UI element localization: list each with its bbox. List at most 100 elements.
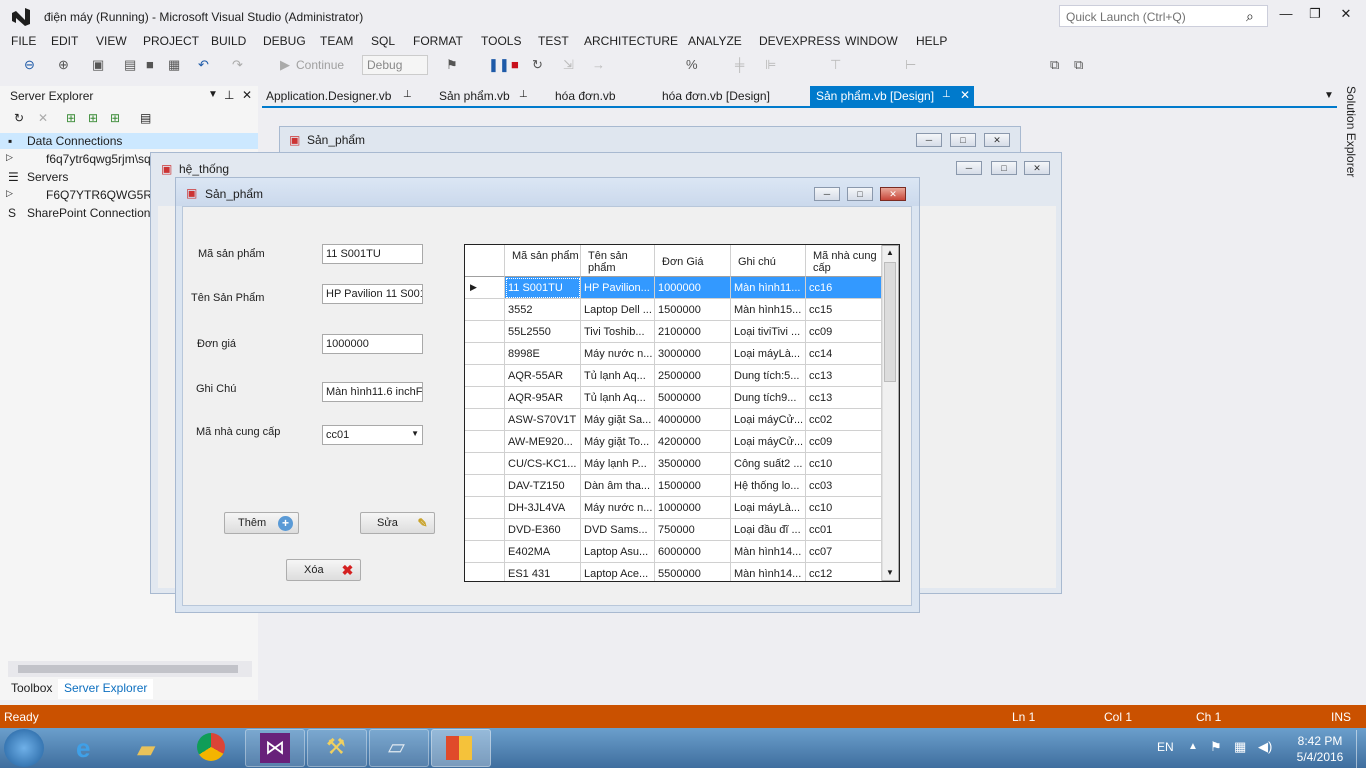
table-cell[interactable]: Tủ lạnh Aq... xyxy=(581,387,655,409)
taskbar-sql-server[interactable]: ⚒ xyxy=(307,729,367,767)
table-cell[interactable]: HP Pavilion... xyxy=(581,277,655,299)
pin-icon[interactable]: ⊥ xyxy=(403,89,412,100)
table-cell[interactable]: AW-ME920... xyxy=(505,431,581,453)
table-cell[interactable]: DVD-E360 xyxy=(505,519,581,541)
grid-header-ghi-chu[interactable]: Ghi chú xyxy=(731,245,806,277)
input-ma-san-pham[interactable]: 11 S001TU xyxy=(322,244,423,264)
stop-refresh-icon[interactable]: ✕ xyxy=(38,111,48,125)
undo-icon[interactable]: ↶ xyxy=(198,57,209,73)
input-ten-san-pham[interactable]: HP Pavilion 11 S001 xyxy=(322,284,423,304)
table-cell[interactable]: Loại máyCử... xyxy=(731,431,806,453)
table-cell[interactable]: ASW-S70V1T xyxy=(505,409,581,431)
network-icon[interactable]: ▦ xyxy=(1234,739,1246,755)
table-cell[interactable]: 3500000 xyxy=(655,453,731,475)
row-header[interactable] xyxy=(465,497,505,519)
tree-connection[interactable]: f6q7ytr6qwg5rjm\sq xyxy=(46,152,151,166)
maximize-button[interactable]: □ xyxy=(991,161,1017,175)
save-icon[interactable]: ■ xyxy=(146,57,154,72)
table-cell[interactable]: Hệ thống lo... xyxy=(731,475,806,497)
table-cell[interactable]: DVD Sams... xyxy=(581,519,655,541)
close-button[interactable]: ✕ xyxy=(1336,6,1356,24)
row-header[interactable] xyxy=(465,365,505,387)
table-cell[interactable]: Máy nước n... xyxy=(581,343,655,365)
close-button[interactable]: ✕ xyxy=(880,187,906,201)
close-icon[interactable]: ✕ xyxy=(242,88,252,102)
menu-test[interactable]: TEST xyxy=(538,34,569,48)
table-cell[interactable]: 11 S001TU xyxy=(505,277,581,299)
language-indicator[interactable]: EN xyxy=(1157,740,1174,754)
pin-icon[interactable]: ⊥ xyxy=(519,89,528,100)
menu-devexpress[interactable]: DEVEXPRESS xyxy=(759,34,840,48)
table-cell[interactable]: CU/CS-KC1... xyxy=(505,453,581,475)
row-header[interactable] xyxy=(465,453,505,475)
taskbar-app[interactable]: ▱ xyxy=(369,729,429,767)
row-header[interactable]: ▶ xyxy=(465,277,505,299)
table-cell[interactable]: 55L2550 xyxy=(505,321,581,343)
menu-debug[interactable]: DEBUG xyxy=(263,34,306,48)
table-cell[interactable]: Loại máyLà... xyxy=(731,343,806,365)
stop-icon[interactable]: ■ xyxy=(511,57,519,72)
show-desktop-button[interactable] xyxy=(1356,730,1366,768)
pause-icon[interactable]: ❚❚ xyxy=(488,57,510,73)
close-button[interactable]: ✕ xyxy=(984,133,1010,147)
select-ma-nha-cung-cap[interactable]: cc01 ▼ xyxy=(322,425,423,445)
table-cell[interactable]: Máy giặt Sa... xyxy=(581,409,655,431)
connect-sharepoint-icon[interactable]: ⊞ xyxy=(110,111,120,125)
properties-icon[interactable]: ▤ xyxy=(140,111,151,125)
continue-label[interactable]: Continue xyxy=(296,58,344,72)
menu-analyze[interactable]: ANALYZE xyxy=(688,34,742,48)
tab-hoa-don-vb[interactable]: hóa đơn.vb xyxy=(549,86,622,106)
scrollbar-thumb[interactable] xyxy=(18,665,238,673)
tree-data-connections[interactable]: Data Connections xyxy=(27,134,122,148)
row-header[interactable] xyxy=(465,519,505,541)
tree-sharepoint[interactable]: SharePoint Connections xyxy=(27,206,156,220)
table-cell[interactable]: 3000000 xyxy=(655,343,731,365)
table-cell[interactable]: 5500000 xyxy=(655,563,731,581)
table-cell[interactable]: Dung tích:5... xyxy=(731,365,806,387)
show-hidden-icons[interactable]: ▲ xyxy=(1188,741,1198,752)
table-cell[interactable]: Máy nước n... xyxy=(581,497,655,519)
table-cell[interactable]: Tivi Toshib... xyxy=(581,321,655,343)
table-cell[interactable]: cc03 xyxy=(806,475,882,497)
close-button[interactable]: ✕ xyxy=(1024,161,1050,175)
minimize-button[interactable]: — xyxy=(1276,6,1296,24)
menu-architecture[interactable]: ARCHITECTURE xyxy=(584,34,678,48)
clock[interactable]: 8:42 PM 5/4/2016 xyxy=(1290,733,1350,765)
spacing-icon[interactable]: ⊢ xyxy=(905,57,916,73)
new-project-icon[interactable]: ▣ xyxy=(92,57,104,73)
table-cell[interactable]: Loại tiviTivi ... xyxy=(731,321,806,343)
restore-button[interactable]: ❐ xyxy=(1305,6,1325,24)
scroll-up-icon[interactable]: ▲ xyxy=(886,248,894,257)
save-all-icon[interactable]: ▦ xyxy=(168,57,180,73)
menu-format[interactable]: FORMAT xyxy=(413,34,463,48)
taskbar-visual-studio[interactable]: ⋈ xyxy=(245,729,305,767)
table-cell[interactable]: Máy giặt To... xyxy=(581,431,655,453)
align-top-icon[interactable]: ⊤ xyxy=(830,57,841,73)
bring-front-icon[interactable]: ⧉ xyxy=(1050,57,1059,73)
row-header[interactable] xyxy=(465,563,505,581)
row-header[interactable] xyxy=(465,541,505,563)
forward-icon[interactable]: ⊕ xyxy=(58,57,69,73)
menu-tools[interactable]: TOOLS xyxy=(481,34,521,48)
dropdown-icon[interactable]: ▼ xyxy=(208,89,218,100)
tab-toolbox[interactable]: Toolbox xyxy=(11,681,52,695)
table-cell[interactable]: cc09 xyxy=(806,431,882,453)
step-into-icon[interactable]: → xyxy=(592,57,605,72)
taskbar-running-app[interactable] xyxy=(431,729,491,767)
menu-help[interactable]: HELP xyxy=(916,34,947,48)
config-dropdown[interactable]: Debug xyxy=(362,55,428,75)
align-left-icon[interactable]: ⊫ xyxy=(765,57,776,73)
menu-file[interactable]: FILE xyxy=(11,34,36,48)
menu-project[interactable]: PROJECT xyxy=(143,34,199,48)
table-cell[interactable]: cc09 xyxy=(806,321,882,343)
table-cell[interactable]: Công suất2 ... xyxy=(731,453,806,475)
table-cell[interactable]: 1000000 xyxy=(655,277,731,299)
tab-hoa-don-design[interactable]: hóa đơn.vb [Design] xyxy=(656,86,776,106)
menu-window[interactable]: WINDOW xyxy=(845,34,898,48)
menu-edit[interactable]: EDIT xyxy=(51,34,78,48)
row-header[interactable] xyxy=(465,387,505,409)
table-cell[interactable]: 1000000 xyxy=(655,497,731,519)
action-center-icon[interactable]: ⚑ xyxy=(1210,739,1222,755)
table-cell[interactable]: 5000000 xyxy=(655,387,731,409)
table-cell[interactable]: DH-3JL4VA xyxy=(505,497,581,519)
